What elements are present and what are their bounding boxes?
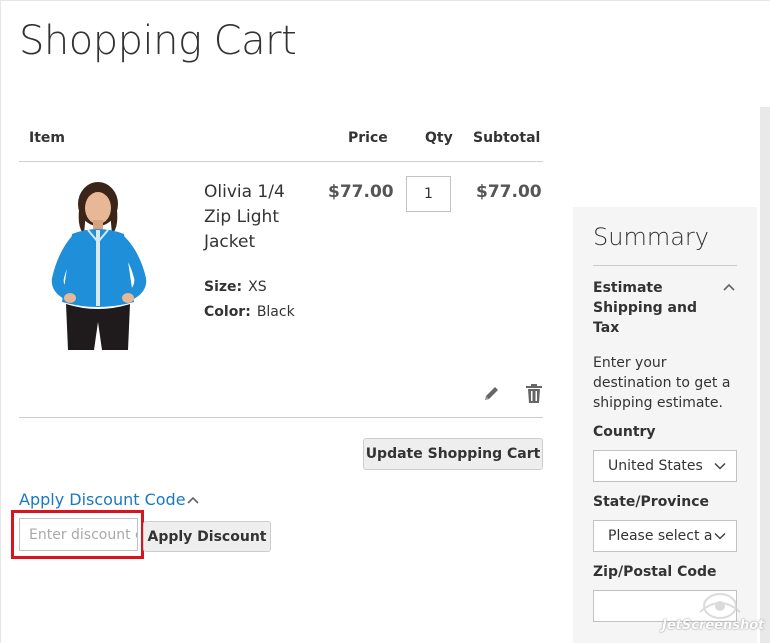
chevron-down-icon (714, 532, 726, 540)
product-image[interactable] (30, 182, 165, 352)
cart-summary: Summary Estimate Shipping and Tax Enter … (573, 207, 757, 643)
state-select-value: Please select a region, state or provinc… (608, 528, 712, 544)
option-color-label: Color: (204, 304, 251, 320)
option-color: Color: Black (204, 304, 295, 320)
estimate-shipping-toggle[interactable]: Estimate Shipping and Tax (593, 278, 703, 338)
cart-divider (19, 417, 543, 418)
summary-title: Summary (593, 223, 709, 251)
cart-table-header: Item Price Qty Subtotal (19, 122, 543, 162)
country-select-value: United States (608, 458, 703, 474)
header-item: Item (29, 130, 65, 146)
option-color-value: Black (256, 304, 295, 320)
chevron-down-icon (714, 462, 726, 470)
chevron-up-icon[interactable] (722, 282, 736, 292)
country-label: Country (593, 424, 656, 440)
discount-code-input[interactable] (19, 518, 138, 551)
summary-divider (593, 265, 737, 266)
qty-input[interactable] (406, 176, 451, 212)
watermark-text: JetScreenshot (662, 618, 765, 633)
zip-label: Zip/Postal Code (593, 564, 717, 580)
update-cart-button[interactable]: Update Shopping Cart (363, 438, 543, 470)
state-select[interactable]: Please select a region, state or provinc… (593, 520, 737, 552)
option-size-value: XS (248, 279, 267, 295)
header-price: Price (348, 130, 388, 146)
item-subtotal: $77.00 (476, 182, 542, 202)
header-subtotal: Subtotal (473, 130, 541, 146)
option-size: Size: XS (204, 279, 267, 295)
chevron-up-icon[interactable] (186, 495, 200, 505)
watermark-logo-icon (699, 593, 741, 619)
item-price: $77.00 (328, 182, 394, 202)
discount-toggle-link[interactable]: Apply Discount Code (19, 490, 186, 509)
trash-icon[interactable] (525, 384, 543, 403)
page-scrollbar[interactable] (760, 107, 770, 643)
country-select[interactable]: United States (593, 450, 737, 482)
product-name-link[interactable]: Olivia 1/4 Zip Light Jacket (204, 180, 314, 255)
option-size-label: Size: (204, 279, 243, 295)
pencil-icon[interactable] (483, 384, 501, 402)
page-title: Shopping Cart (19, 18, 297, 64)
estimate-description: Enter your destination to get a shipping… (593, 355, 731, 411)
header-qty: Qty (425, 130, 453, 146)
state-label: State/Province (593, 494, 709, 510)
watermark: JetScreenshot (660, 590, 766, 638)
apply-discount-button[interactable]: Apply Discount (143, 521, 271, 552)
